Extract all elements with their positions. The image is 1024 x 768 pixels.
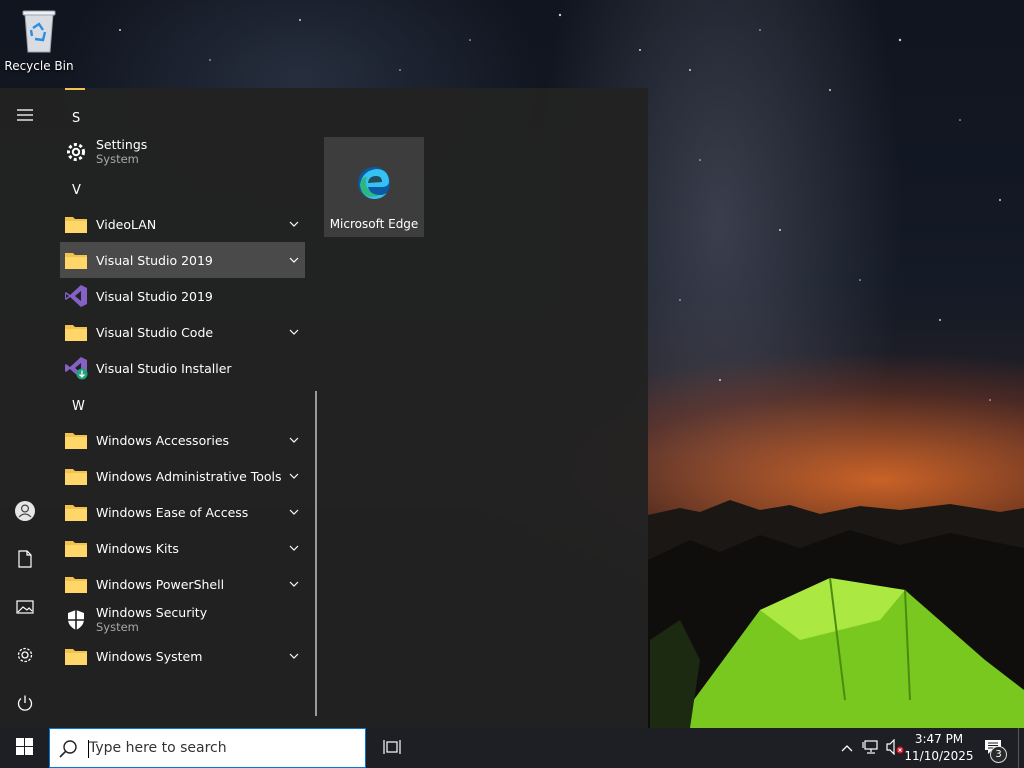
- app-name: Windows Security: [96, 605, 208, 620]
- power-button[interactable]: [0, 682, 50, 726]
- pictures-icon: [16, 599, 34, 618]
- section-letter-s[interactable]: S: [72, 111, 80, 126]
- app-name: Visual Studio 2019: [96, 288, 213, 304]
- app-folder-windows-accessories[interactable]: Windows Accessories: [60, 422, 305, 458]
- folder-icon: [63, 535, 89, 561]
- start-button[interactable]: [0, 728, 48, 768]
- app-subtitle: System: [96, 620, 139, 634]
- taskbar-clock[interactable]: 3:47 PM 11/10/2025: [903, 731, 975, 765]
- chevron-up-icon: [841, 741, 853, 755]
- section-letter-w[interactable]: W: [72, 399, 85, 414]
- chevron-down-icon[interactable]: [289, 253, 299, 267]
- visual-studio-icon: [63, 283, 89, 309]
- settings-icon: [16, 646, 34, 667]
- gear-icon: [63, 139, 89, 165]
- taskbar-search-box[interactable]: Type here to search: [49, 728, 366, 768]
- chevron-down-icon[interactable]: [289, 325, 299, 339]
- documents-icon: [17, 549, 33, 571]
- folder-icon: [63, 319, 89, 345]
- app-name: Visual Studio Installer: [96, 360, 232, 376]
- network-icon: [862, 739, 880, 757]
- folder-icon: [63, 643, 89, 669]
- clock-time: 3:47 PM: [914, 732, 964, 746]
- volume-muted-icon: [886, 738, 904, 758]
- app-visual-studio-installer[interactable]: Visual Studio Installer: [60, 350, 305, 386]
- network-button[interactable]: [860, 728, 882, 768]
- app-name: Windows System: [96, 648, 203, 664]
- task-view-button[interactable]: [372, 728, 412, 768]
- shield-icon: [63, 607, 89, 633]
- chevron-down-icon[interactable]: [289, 649, 299, 663]
- app-name: Settings: [96, 137, 148, 152]
- app-visual-studio-2019[interactable]: Visual Studio 2019: [60, 278, 305, 314]
- start-menu-rail: [0, 88, 50, 728]
- app-folder-visual-studio-2019[interactable]: Visual Studio 2019: [60, 242, 305, 278]
- app-name: Windows PowerShell: [96, 576, 225, 592]
- settings-button[interactable]: [0, 634, 50, 678]
- user-icon: [14, 500, 36, 525]
- chevron-down-icon[interactable]: [289, 577, 299, 591]
- edge-icon: [356, 165, 392, 204]
- app-folder-windows-system[interactable]: Windows System: [60, 638, 305, 674]
- search-placeholder: Type here to search: [89, 740, 227, 756]
- folder-icon: [63, 463, 89, 489]
- windows-logo-icon: [15, 738, 33, 758]
- folder-icon: [63, 211, 89, 237]
- tile-microsoft-edge[interactable]: Microsoft Edge: [324, 137, 424, 237]
- chevron-down-icon[interactable]: [289, 541, 299, 555]
- visual-studio-installer-icon: [63, 355, 89, 381]
- hamburger-menu-icon: [16, 108, 34, 125]
- app-windows-security[interactable]: Windows Security System: [60, 602, 305, 638]
- search-icon: [58, 739, 78, 762]
- desktop-icon-recycle-bin[interactable]: Recycle Bin: [4, 6, 74, 73]
- folder-icon: [63, 571, 89, 597]
- show-desktop-button[interactable]: [1018, 728, 1019, 768]
- power-icon: [16, 694, 34, 715]
- app-name: Windows Kits: [96, 540, 179, 556]
- app-name: Windows Ease of Access: [96, 504, 249, 520]
- app-name: Visual Studio Code: [96, 324, 214, 340]
- tile-label: Microsoft Edge: [329, 217, 419, 231]
- app-name: Visual Studio 2019: [96, 252, 213, 268]
- app-list-scrollbar[interactable]: [315, 391, 317, 716]
- start-menu: S Settings System V VideoLAN Visual Studi…: [0, 88, 648, 728]
- app-settings[interactable]: Settings System: [60, 134, 305, 170]
- recycle-bin-icon: [17, 10, 61, 57]
- app-name: VideoLAN: [96, 216, 157, 232]
- section-letter-v[interactable]: V: [72, 183, 81, 198]
- chevron-down-icon[interactable]: [289, 469, 299, 483]
- chevron-down-icon[interactable]: [289, 433, 299, 447]
- app-folder-videolan[interactable]: VideoLAN: [60, 206, 305, 242]
- folder-icon-peek: [65, 88, 85, 90]
- user-account-button[interactable]: [0, 490, 50, 534]
- app-folder-windows-administrative-tools[interactable]: Windows Administrative Tools: [60, 458, 305, 494]
- taskbar: Type here to search 3:47 PM 11/10/2025 3: [0, 728, 1024, 768]
- task-view-icon: [383, 739, 401, 758]
- show-hidden-icons-button[interactable]: [836, 728, 858, 768]
- app-name: Windows Accessories: [96, 432, 230, 448]
- app-subtitle: System: [96, 152, 139, 166]
- clock-date: 11/10/2025: [904, 749, 974, 763]
- app-name: Windows Administrative Tools: [96, 468, 282, 484]
- folder-icon: [63, 427, 89, 453]
- app-folder-visual-studio-code[interactable]: Visual Studio Code: [60, 314, 305, 350]
- hamburger-menu-button[interactable]: [0, 94, 50, 138]
- desktop-icon-label: Recycle Bin: [4, 59, 74, 73]
- app-folder-windows-powershell[interactable]: Windows PowerShell: [60, 566, 305, 602]
- folder-icon: [63, 247, 89, 273]
- documents-button[interactable]: [0, 538, 50, 582]
- pictures-button[interactable]: [0, 586, 50, 630]
- app-folder-windows-kits[interactable]: Windows Kits: [60, 530, 305, 566]
- app-folder-windows-ease-of-access[interactable]: Windows Ease of Access: [60, 494, 305, 530]
- app-list: S Settings System V VideoLAN Visual Studi…: [50, 88, 320, 728]
- action-center-button[interactable]: 3: [978, 728, 1010, 768]
- folder-icon: [63, 499, 89, 525]
- chevron-down-icon[interactable]: [289, 217, 299, 231]
- notification-count-badge: 3: [990, 746, 1007, 763]
- chevron-down-icon[interactable]: [289, 505, 299, 519]
